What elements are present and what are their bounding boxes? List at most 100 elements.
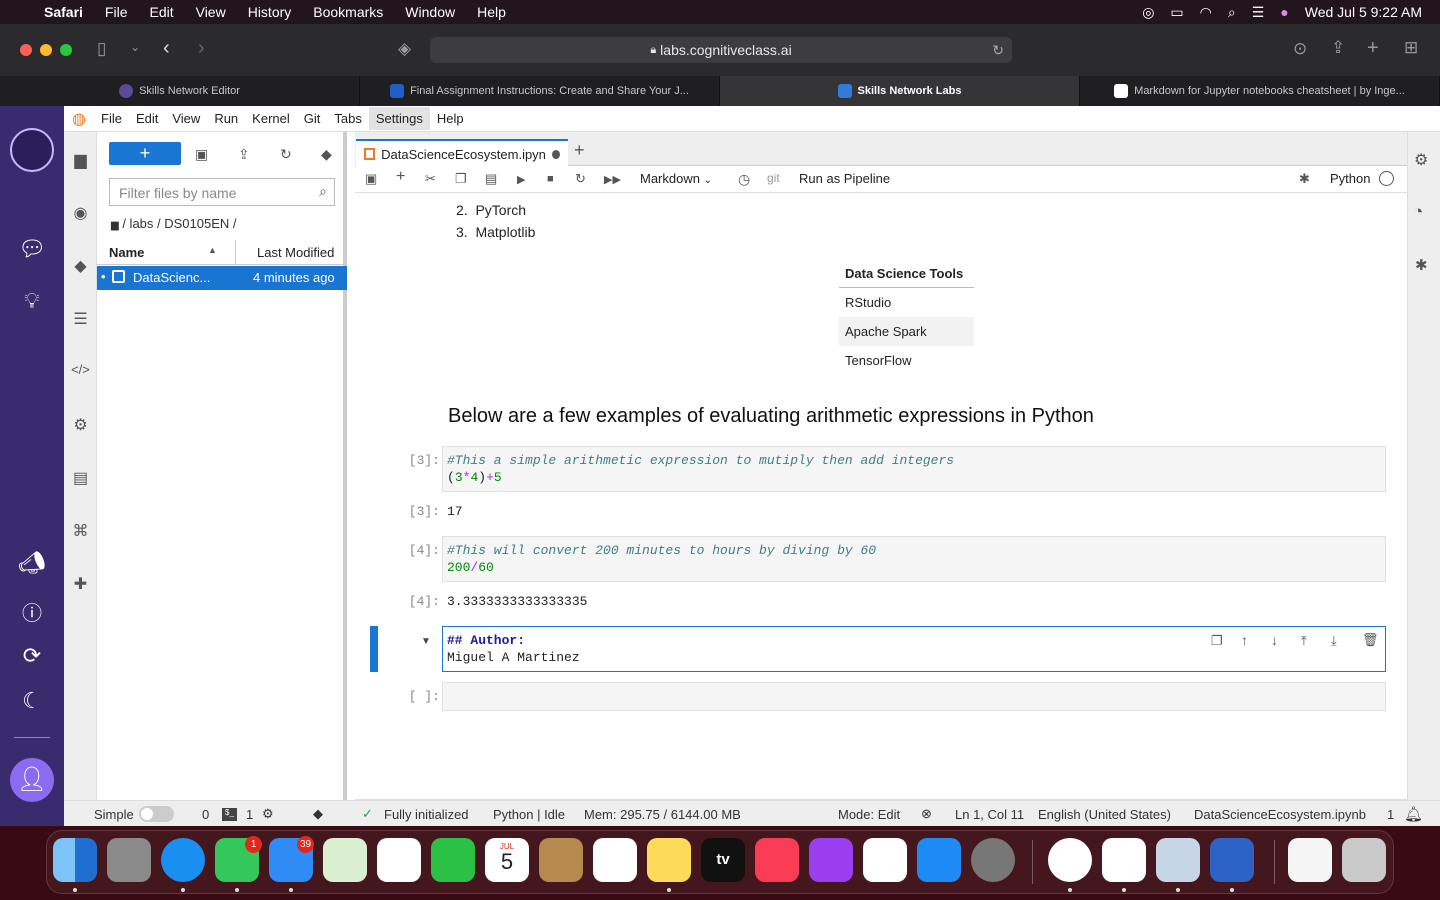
safari-icon[interactable]: [161, 838, 205, 882]
vscode-icon[interactable]: [1102, 838, 1146, 882]
gauge-icon[interactable]: ◔: [1413, 202, 1423, 222]
insert-above-icon[interactable]: ⤒: [1301, 633, 1307, 649]
property-inspector-icon[interactable]: ⚙: [64, 415, 97, 435]
close-window-button[interactable]: [20, 44, 32, 56]
reminders-icon[interactable]: [593, 838, 637, 882]
delete-cell-icon[interactable]: 🗑︎: [1362, 632, 1379, 648]
safari-tab-skills-labs[interactable]: Skills Network Labs: [720, 76, 1080, 106]
menu-edit[interactable]: Edit: [129, 107, 165, 130]
bell-icon[interactable]: 🔔︎: [1404, 805, 1423, 823]
stop-icon[interactable]: ■: [547, 173, 554, 185]
document-icon[interactable]: [1288, 838, 1332, 882]
calendar-icon[interactable]: JUL 5: [485, 838, 529, 882]
settings-gears-icon[interactable]: ⚙: [1414, 150, 1428, 170]
empty-code-cell[interactable]: [442, 682, 1386, 711]
unsaved-dot-icon[interactable]: [551, 149, 560, 159]
run-icon[interactable]: ▶: [517, 173, 525, 186]
duplicate-cell-icon[interactable]: ❐: [1211, 633, 1223, 649]
cursor-position[interactable]: Ln 1, Col 11: [955, 807, 1024, 822]
move-down-icon[interactable]: ↓: [1271, 632, 1278, 648]
safari-tab-skills-editor[interactable]: Skills Network Editor: [0, 76, 360, 106]
chevron-down-icon[interactable]: ⌄: [130, 40, 140, 54]
music-icon[interactable]: [755, 838, 799, 882]
kernel-name[interactable]: Python: [1330, 171, 1370, 186]
system-settings-icon[interactable]: [971, 838, 1015, 882]
address-bar[interactable]: 🔒︎ labs.cognitiveclass.ai ↻: [430, 37, 1012, 63]
kernel-status[interactable]: Python | Idle: [493, 807, 565, 822]
user-avatar[interactable]: 👤︎: [10, 758, 54, 802]
help-icon[interactable]: ⓘ: [0, 597, 64, 626]
run-all-icon[interactable]: ▶▶: [604, 173, 621, 186]
kernel-count[interactable]: 1: [246, 807, 253, 822]
siri-icon[interactable]: ●: [1280, 4, 1288, 20]
chat-icon[interactable]: 💬︎: [0, 236, 64, 262]
tab-overview-icon[interactable]: ⊞: [1404, 38, 1418, 58]
safari-tab-markdown-cheatsheet[interactable]: Markdown for Jupyter notebooks cheatshee…: [1080, 76, 1440, 106]
git-diff-button[interactable]: git: [767, 171, 780, 185]
code-icon[interactable]: </>: [64, 362, 97, 377]
notification-count[interactable]: 1: [1387, 807, 1394, 822]
menu-view[interactable]: View: [165, 107, 207, 130]
run-as-pipeline-button[interactable]: Run as Pipeline: [799, 171, 890, 186]
restart-icon[interactable]: ↻: [575, 171, 586, 187]
refresh-files-icon[interactable]: ↻: [280, 146, 292, 163]
app-menu[interactable]: Safari: [44, 4, 83, 20]
minimize-window-button[interactable]: [40, 44, 52, 56]
clock-icon[interactable]: ◷: [738, 171, 750, 188]
spellcheck-language[interactable]: English (United States): [1038, 807, 1171, 822]
photos-icon[interactable]: [377, 838, 421, 882]
downloads-icon[interactable]: ⊙: [1293, 39, 1307, 59]
reload-icon[interactable]: ↻: [992, 42, 1004, 59]
git-icon[interactable]: ◆: [64, 256, 97, 276]
terminal-count[interactable]: 0: [202, 807, 209, 822]
word-icon[interactable]: [1210, 838, 1254, 882]
contacts-icon[interactable]: [539, 838, 583, 882]
apple-tv-icon[interactable]: tv: [701, 838, 745, 882]
sidebar-icon[interactable]: ▯: [97, 39, 106, 59]
file-row[interactable]: • DataScienc... 4 minutes ago: [97, 266, 347, 290]
toc-icon[interactable]: ☰: [64, 309, 97, 329]
upload-icon[interactable]: ⇪: [238, 146, 250, 163]
mac-menu-edit[interactable]: Edit: [149, 4, 173, 20]
copy-icon[interactable]: ❐: [455, 171, 467, 187]
commands-icon[interactable]: ▤: [64, 468, 97, 488]
chrome-icon[interactable]: [1048, 838, 1092, 882]
git-status-icon[interactable]: ◆: [313, 806, 323, 822]
zoom-window-button[interactable]: [60, 44, 72, 56]
new-tab-icon[interactable]: +: [1367, 37, 1379, 60]
notes-icon[interactable]: [647, 838, 691, 882]
menu-file[interactable]: File: [94, 107, 129, 130]
menu-tabs[interactable]: Tabs: [327, 107, 368, 130]
privacy-shield-icon[interactable]: ◈: [398, 39, 411, 59]
control-center-icon[interactable]: ☰: [1252, 4, 1265, 21]
lsp-status[interactable]: Fully initialized: [384, 807, 469, 822]
extensions-icon[interactable]: ⌘: [64, 521, 97, 541]
preview-icon[interactable]: [1156, 838, 1200, 882]
puzzle-icon[interactable]: ✚: [64, 574, 97, 594]
new-launcher-button[interactable]: +: [109, 142, 181, 165]
podcasts-icon[interactable]: [809, 838, 853, 882]
mac-menu-history[interactable]: History: [248, 4, 292, 20]
dark-mode-icon[interactable]: ☾: [0, 688, 64, 714]
folder-icon[interactable]: ▆: [64, 150, 97, 170]
trash-icon[interactable]: [1342, 838, 1386, 882]
debugger-icon[interactable]: ✱: [1299, 171, 1310, 187]
share-icon[interactable]: ⇪: [1331, 38, 1345, 58]
add-tab-icon[interactable]: +: [574, 140, 585, 161]
maps-icon[interactable]: [323, 838, 367, 882]
code-cell-input[interactable]: #This will convert 200 minutes to hours …: [442, 536, 1386, 582]
cut-icon[interactable]: ✂: [425, 171, 436, 187]
skills-network-logo[interactable]: [10, 128, 54, 172]
safari-tab-final-assignment[interactable]: Final Assignment Instructions: Create an…: [360, 76, 720, 106]
battery-icon[interactable]: ▭: [1170, 4, 1183, 21]
debug-bug-icon[interactable]: ✱: [1415, 256, 1428, 274]
running-icon[interactable]: ◉: [64, 203, 97, 223]
facetime-icon[interactable]: [431, 838, 475, 882]
name-column-header[interactable]: Name: [109, 245, 144, 260]
back-icon[interactable]: ‹: [163, 37, 170, 60]
move-up-icon[interactable]: ↑: [1241, 632, 1248, 648]
git-clone-icon[interactable]: ◆: [321, 146, 332, 163]
breadcrumb[interactable]: ▆ / labs / DS0105EN /: [111, 216, 237, 231]
menu-settings[interactable]: Settings: [368, 107, 430, 130]
refresh-icon[interactable]: ⟳: [0, 643, 64, 669]
